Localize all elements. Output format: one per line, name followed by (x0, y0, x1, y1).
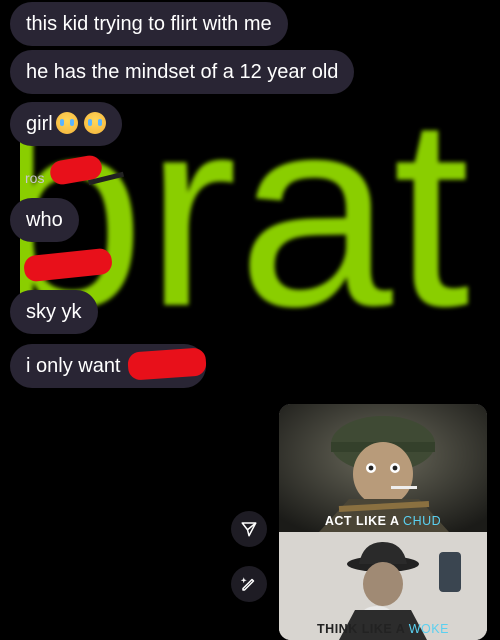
loudly-crying-face-icon (55, 112, 78, 134)
message-text: he has the mindset of a 12 year old (26, 61, 339, 83)
message-text: i only want (26, 355, 121, 377)
sender-label: ros (25, 170, 45, 186)
meme-image[interactable]: ACT LIKE A CHUD THINK LIKE A WOKE (279, 404, 487, 640)
edit-button[interactable] (231, 566, 267, 602)
meme-bottom-panel: THINK LIKE A WOKE (279, 532, 487, 640)
share-icon (241, 522, 257, 537)
pencil-sparkle-icon (240, 577, 255, 591)
soldier-illustration (279, 404, 487, 532)
message-bubble[interactable]: this kid trying to flirt with me (10, 2, 288, 46)
message-bubble[interactable]: girl (10, 102, 122, 146)
message-bubble[interactable]: sky yk (10, 290, 98, 334)
meme-top-panel: ACT LIKE A CHUD (279, 404, 487, 532)
message-text: girl (26, 113, 53, 135)
loudly-crying-face-icon (83, 112, 106, 134)
meme-bottom-caption: THINK LIKE A WOKE (317, 622, 449, 636)
message-text: this kid trying to flirt with me (26, 13, 272, 35)
message-text: sky yk (26, 301, 82, 323)
message-bubble[interactable]: he has the mindset of a 12 year old (10, 50, 355, 94)
meme-top-caption: ACT LIKE A CHUD (324, 514, 442, 528)
message-bubble[interactable]: who (10, 198, 79, 242)
message-text: who (26, 209, 63, 231)
share-button[interactable] (231, 511, 267, 547)
redaction-mark (127, 347, 207, 381)
